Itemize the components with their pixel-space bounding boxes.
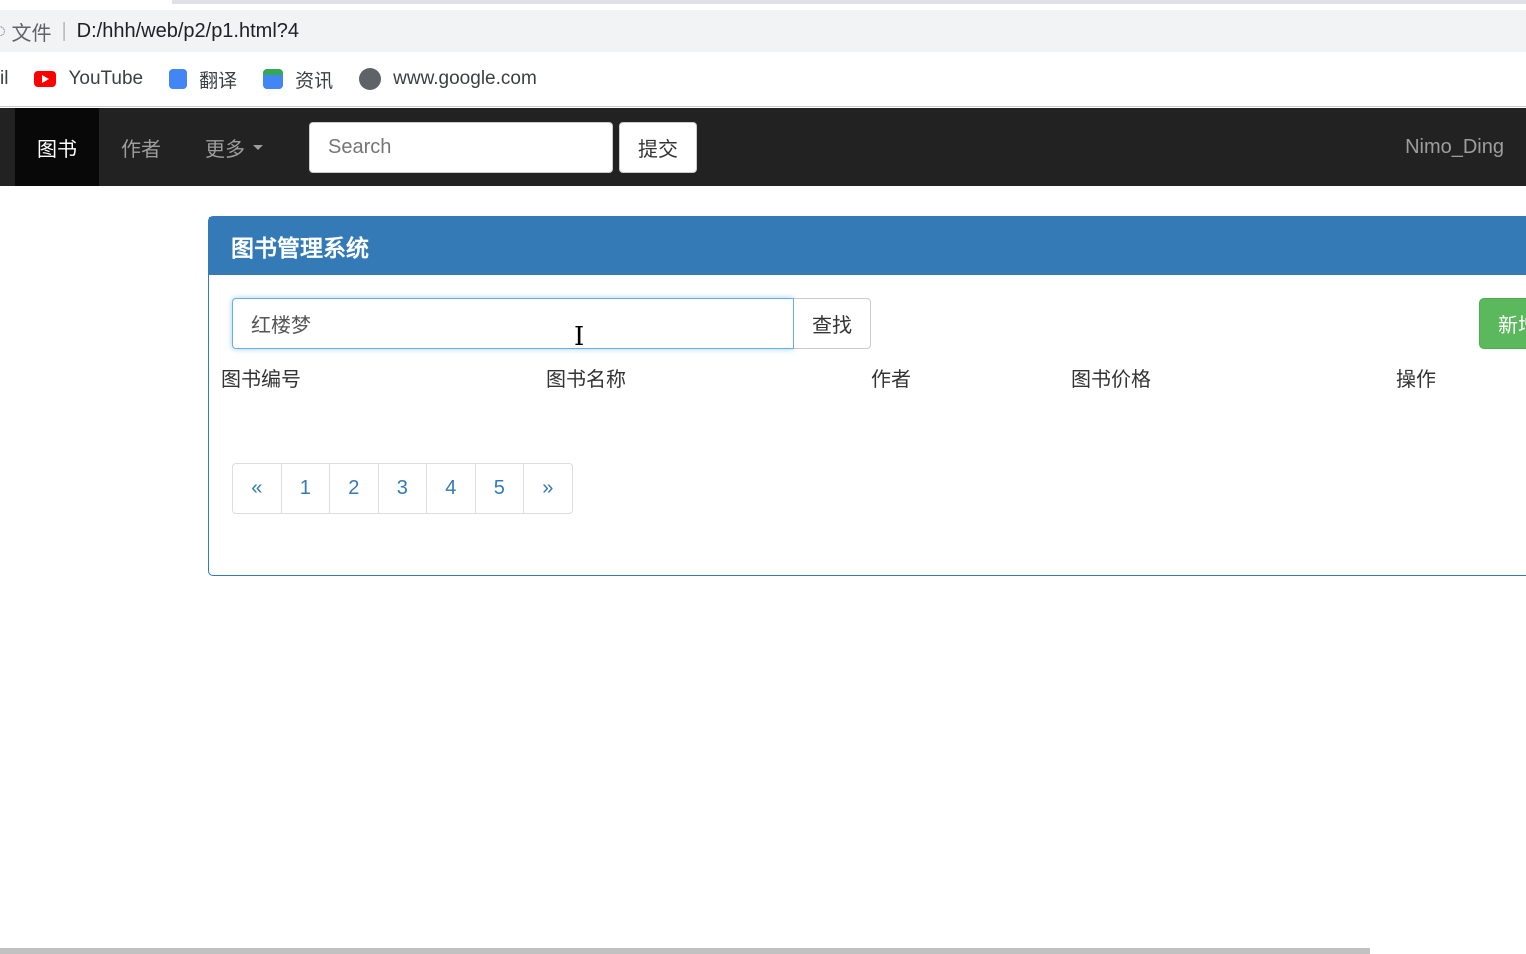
bookmark-google[interactable]: www.google.com [359,68,537,90]
book-search-group: 查找 [232,298,871,349]
user-name-link[interactable]: Nimo_Ding [1405,136,1504,159]
tab-strip [0,0,1526,10]
navbar-search-input[interactable] [309,121,613,173]
nav-item-authors[interactable]: 作者 [99,108,183,186]
panel-title: 图书管理系统 [209,217,1526,275]
book-search-input[interactable] [232,298,794,349]
horizontal-scrollbar[interactable] [0,948,1370,954]
add-book-button[interactable]: 新增 [1479,298,1526,349]
browser-tab[interactable] [172,0,1526,4]
book-panel: 图书管理系统 查找 新增 图书编号 图书名称 作者 图书价格 操作 « 1 2 … [208,216,1526,576]
address-bar[interactable]: ◌ 文件 | D:/hhh/web/p2/p1.html?4 [0,10,1526,52]
security-label: 文件 [11,22,52,45]
column-header-name: 图书名称 [546,369,626,391]
bookmark-label: 资讯 [295,70,334,92]
page-5[interactable]: 5 [474,463,524,514]
page-3[interactable]: 3 [377,463,427,514]
bookmarks-bar: il YouTube 翻译 资讯 www.google.com [0,52,1526,107]
page-next[interactable]: » [523,463,573,514]
bookmark-label: 翻译 [199,70,238,92]
nav-label: 更多 [205,138,245,161]
navbar-submit-button[interactable]: 提交 [619,121,697,173]
column-header-price: 图书价格 [1071,369,1151,391]
page-4[interactable]: 4 [426,463,476,514]
nav-item-more-dropdown[interactable]: 更多 [183,108,285,186]
bookmark-translate[interactable]: 翻译 [169,66,237,93]
column-header-id: 图书编号 [221,369,301,391]
page-2[interactable]: 2 [329,463,379,514]
page-1[interactable]: 1 [280,463,330,514]
bookmark-label: YouTube [68,68,144,89]
text-cursor-icon: I [574,322,585,352]
bookmark-label: www.google.com [393,68,537,89]
bookmark-mail[interactable]: il [0,68,8,90]
page-prev[interactable]: « [232,463,282,514]
find-button[interactable]: 查找 [794,298,871,349]
youtube-icon [34,71,57,87]
column-header-author: 作者 [871,369,911,391]
navbar: 图书 作者 更多 提交 Nimo_Ding [0,108,1526,186]
pagination: « 1 2 3 4 5 » [232,463,573,514]
divider: | [61,19,67,42]
url-text[interactable]: D:/hhh/web/p2/p1.html?4 [77,20,299,43]
translate-icon [169,69,188,89]
news-icon [263,69,284,89]
globe-icon [359,68,382,90]
caret-down-icon [253,144,263,150]
info-icon[interactable]: ◌ [0,20,11,43]
bookmark-news[interactable]: 资讯 [263,66,333,93]
nav-item-books[interactable]: 图书 [15,108,99,186]
bookmark-youtube[interactable]: YouTube [34,68,143,90]
column-header-actions: 操作 [1396,369,1436,391]
bookmark-label: il [0,68,9,89]
